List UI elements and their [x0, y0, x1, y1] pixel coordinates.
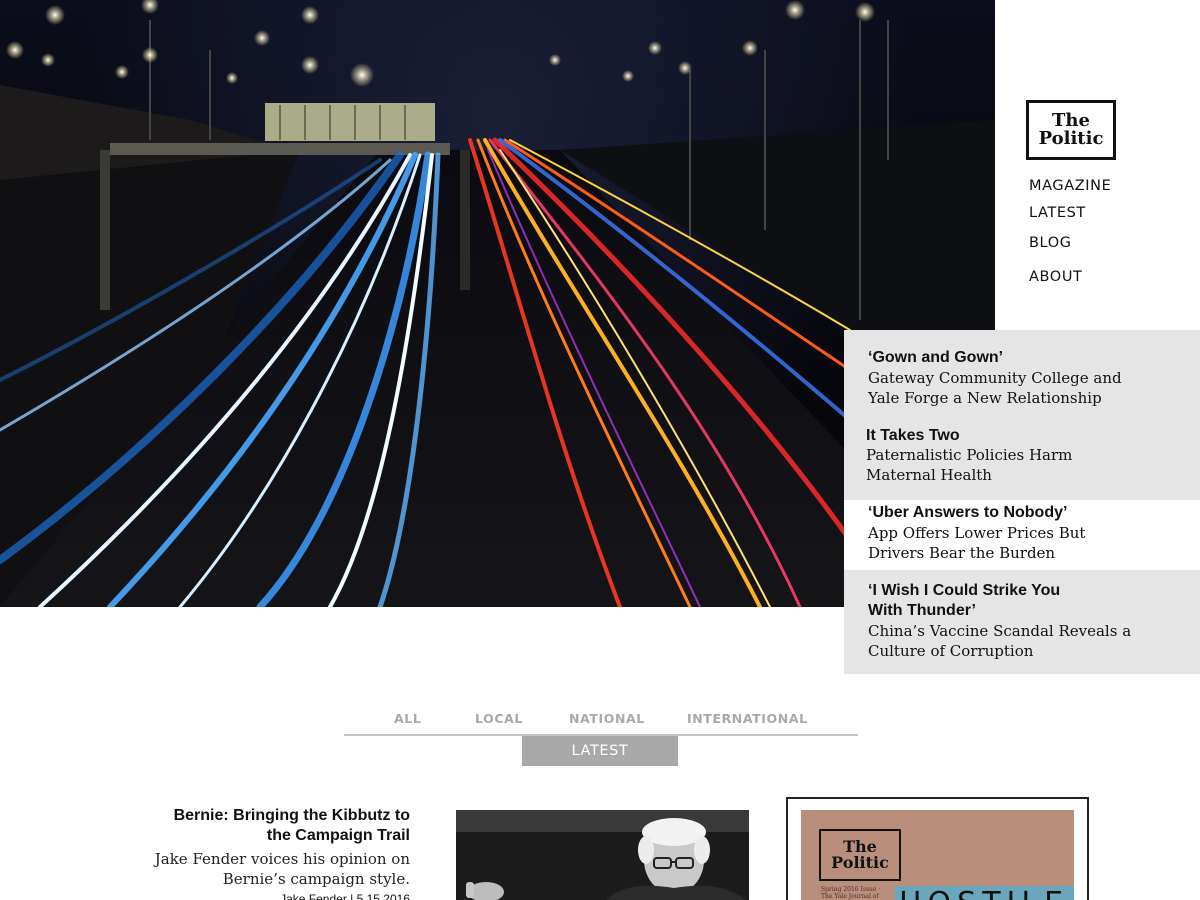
article-photo-graphic	[456, 810, 749, 900]
tab-national[interactable]: NATIONAL	[569, 711, 645, 726]
tab-local[interactable]: LOCAL	[475, 711, 523, 726]
feature-card-strike-with-thunder[interactable]: ‘I Wish I Could Strike You With Thunder’…	[844, 570, 1200, 674]
nav-item-latest[interactable]: LATEST	[1029, 205, 1086, 221]
site-logo[interactable]: The Politic	[1026, 100, 1116, 160]
feature-description: Paternalistic Policies Harm Maternal Hea…	[866, 446, 1073, 484]
tab-international[interactable]: INTERNATIONAL	[687, 711, 808, 726]
feature-card-it-takes-two[interactable]: It Takes Two Paternalistic Policies Harm…	[844, 420, 1200, 500]
feature-description: China’s Vaccine Scandal Reveals a Cultur…	[868, 622, 1132, 660]
feature-description: App Offers Lower Prices But Drivers Bear…	[868, 524, 1086, 562]
article-description: Jake Fender voices his opinion on Bernie…	[154, 850, 410, 888]
article-photo[interactable]	[456, 810, 749, 900]
magazine-cover[interactable]: The Politic Spring 2016 Issue · The Yale…	[801, 810, 1074, 900]
tab-all[interactable]: ALL	[394, 711, 421, 726]
feature-title: It Takes Two	[866, 427, 960, 444]
feature-title: ‘Uber Answers to Nobody’	[868, 504, 1068, 521]
feature-title: ‘Gown and Gown’	[868, 349, 1004, 366]
nav-item-blog[interactable]: BLOG	[1029, 235, 1072, 251]
magazine-logo-line-2: Politic	[831, 853, 889, 872]
article-title[interactable]: Bernie: Bringing the Kibbutz to the Camp…	[150, 806, 410, 846]
nav-item-about[interactable]: ABOUT	[1029, 269, 1083, 285]
featured-stories: ‘Gown and Gown’ Gateway Community Colleg…	[844, 330, 1200, 674]
nav-item-magazine[interactable]: MAGAZINE	[1029, 178, 1111, 194]
magazine-logo: The Politic	[819, 829, 901, 881]
category-filter-bar: ALL LOCAL NATIONAL INTERNATIONAL	[344, 708, 858, 736]
feature-card-gown-and-gown[interactable]: ‘Gown and Gown’ Gateway Community Colleg…	[844, 330, 1200, 420]
magazine-cover-word: HOSTILE	[899, 886, 1069, 900]
feature-card-uber[interactable]: ‘Uber Answers to Nobody’ App Offers Lowe…	[844, 500, 1200, 570]
feature-title: ‘I Wish I Could Strike You With Thunder’	[868, 582, 1061, 619]
article-preview[interactable]: Bernie: Bringing the Kibbutz to the Camp…	[150, 806, 410, 900]
feature-description: Gateway Community College and Yale Forge…	[868, 369, 1122, 407]
article-byline: Jake Fender | 5.15.2016	[280, 892, 410, 900]
magazine-issue-text: Spring 2016 Issue · The Yale Journal of …	[821, 886, 881, 900]
tab-latest[interactable]: LATEST	[522, 736, 678, 766]
logo-line-2: Politic	[1038, 128, 1104, 149]
